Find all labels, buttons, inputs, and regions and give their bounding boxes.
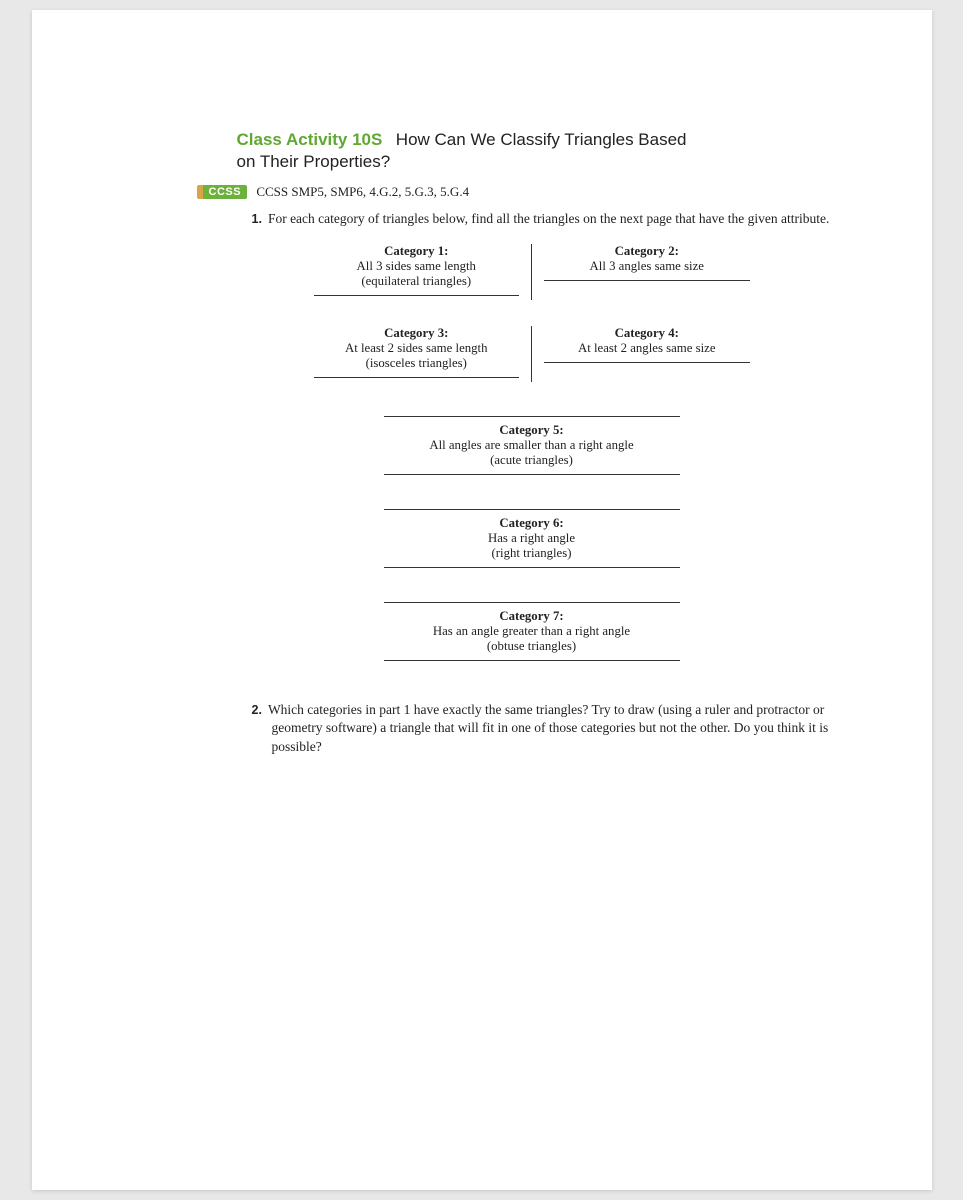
category-7: Category 7: Has an angle greater than a … [372,602,692,661]
category-2-desc: All 3 angles same size [538,259,756,274]
page: Class Activity 10S How Can We Classify T… [32,10,932,1190]
activity-title-line2: on Their Properties? [237,152,862,172]
ccss-row: CCSS CCSS SMP5, SMP6, 4.G.2, 5.G.3, 5.G.… [197,184,862,200]
category-4-desc: At least 2 angles same size [538,341,756,356]
category-1-title: Category 1: [384,244,448,258]
question-2: 2. Which categories in part 1 have exactl… [252,701,862,756]
answer-line [384,474,680,475]
category-6-title: Category 6: [499,516,563,530]
answer-line [544,280,750,281]
category-row-2: Category 3: At least 2 sides same length… [302,326,762,382]
category-5-paren: (acute triangles) [372,453,692,468]
question-1: 1. For each category of triangles below, … [252,210,862,228]
category-1-paren: (equilateral triangles) [308,274,526,289]
answer-line [314,377,520,378]
answer-line [384,660,680,661]
category-5: Category 5: All angles are smaller than … [372,416,692,475]
category-4-title: Category 4: [615,326,679,340]
category-7-title: Category 7: [499,609,563,623]
answer-line [384,567,680,568]
categories-block: Category 1: All 3 sides same length (equ… [302,244,762,661]
category-7-desc: Has an angle greater than a right angle [372,624,692,639]
category-5-desc: All angles are smaller than a right angl… [372,438,692,453]
answer-line [314,295,520,296]
category-6-desc: Has a right angle [372,531,692,546]
category-2: Category 2: All 3 angles same size [532,244,762,300]
activity-title-line1: How Can We Classify Triangles Based [386,130,686,149]
category-5-title: Category 5: [499,423,563,437]
category-6-paren: (right triangles) [372,546,692,561]
question-1-text: For each category of triangles below, fi… [268,211,829,226]
category-6: Category 6: Has a right angle (right tri… [372,509,692,568]
category-2-title: Category 2: [615,244,679,258]
category-3: Category 3: At least 2 sides same length… [302,326,533,382]
category-1-desc: All 3 sides same length [308,259,526,274]
activity-header: Class Activity 10S How Can We Classify T… [237,130,862,172]
category-7-paren: (obtuse triangles) [372,639,692,654]
category-row-1: Category 1: All 3 sides same length (equ… [302,244,762,300]
ccss-standards: CCSS SMP5, SMP6, 4.G.2, 5.G.3, 5.G.4 [256,184,469,199]
category-4: Category 4: At least 2 angles same size [532,326,762,382]
question-1-number: 1. [252,212,262,226]
question-2-text: Which categories in part 1 have exactly … [268,702,828,753]
category-1: Category 1: All 3 sides same length (equ… [302,244,533,300]
answer-line [544,362,750,363]
question-2-number: 2. [252,703,262,717]
ccss-badge: CCSS [197,185,248,199]
category-3-desc: At least 2 sides same length [308,341,526,356]
activity-label: Class Activity 10S [237,130,383,149]
category-3-paren: (isosceles triangles) [308,356,526,371]
category-3-title: Category 3: [384,326,448,340]
